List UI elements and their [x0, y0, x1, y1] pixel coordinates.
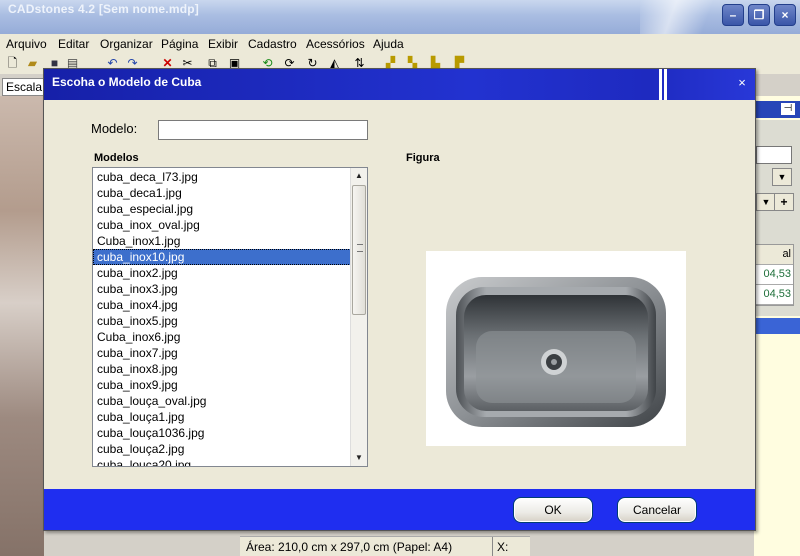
open-folder-icon[interactable]: ▰	[25, 56, 40, 71]
titlebar-stripe	[664, 69, 667, 100]
list-item[interactable]: cuba_inox9.jpg	[93, 377, 351, 393]
list-item[interactable]: cuba_inox3.jpg	[93, 281, 351, 297]
dialog-title: Escoha o Modelo de Cuba	[52, 75, 202, 89]
grid-cell[interactable]: 04,53	[755, 265, 793, 285]
ok-button[interactable]: OK	[513, 497, 593, 523]
new-file-icon[interactable]: 🗋	[5, 56, 20, 71]
minimize-icon[interactable]: –	[722, 4, 744, 26]
models-label: Modelos	[94, 152, 139, 164]
menu-cadastro[interactable]: Cadastro	[248, 37, 297, 51]
scroll-thumb[interactable]	[352, 185, 366, 315]
scale-field[interactable]: Escala	[2, 78, 44, 96]
list-item[interactable]: cuba_louça1036.jpg	[93, 425, 351, 441]
model-label: Modelo:	[91, 121, 138, 136]
menu-arquivo[interactable]: Arquivo	[6, 37, 47, 51]
list-item[interactable]: cuba_inox8.jpg	[93, 361, 351, 377]
menu-editar[interactable]: Editar	[58, 37, 89, 51]
list-item[interactable]: cuba_inox2.jpg	[93, 265, 351, 281]
dialog-titlebar[interactable]: Escoha o Modelo de Cuba ×	[44, 69, 755, 100]
titlebar-decoration	[640, 0, 720, 34]
titlebar-stripe	[659, 69, 662, 100]
list-item[interactable]: cuba_louça1.jpg	[93, 409, 351, 425]
menu-exibir[interactable]: Exibir	[208, 37, 238, 51]
pin-icon[interactable]: ⊣	[781, 103, 795, 115]
scroll-up-icon[interactable]: ▲	[351, 168, 367, 184]
close-icon[interactable]: ×	[774, 4, 796, 26]
app-title: CADstones 4.2 [Sem nome.mdp]	[8, 2, 199, 16]
list-item[interactable]: cuba_inox7.jpg	[93, 345, 351, 361]
grid-header: al	[755, 245, 793, 265]
status-area: Área: 210,0 cm x 297,0 cm (Papel: A4)	[246, 540, 453, 554]
menu-ajuda[interactable]: Ajuda	[373, 37, 404, 51]
grid-cell[interactable]: 04,53	[755, 285, 793, 305]
cancel-button[interactable]: Cancelar	[617, 497, 697, 523]
restore-icon[interactable]: ❐	[748, 4, 770, 26]
list-item[interactable]: Cuba_inox6.jpg	[93, 329, 351, 345]
right-panel-input[interactable]	[756, 146, 792, 164]
close-icon[interactable]: ×	[735, 76, 749, 90]
chevron-down-icon[interactable]: ▼	[772, 168, 792, 186]
dialog-body: Modelo: Modelos Figura cuba_deca_l73.jpg…	[44, 100, 755, 489]
list-item[interactable]: cuba_especial.jpg	[93, 201, 351, 217]
list-item[interactable]: cuba_louça_oval.jpg	[93, 393, 351, 409]
basin-preview-image	[426, 251, 686, 446]
add-button[interactable]: +	[774, 193, 794, 211]
list-item[interactable]: cuba_inox4.jpg	[93, 297, 351, 313]
list-item[interactable]: cuba_louça20.jpg	[93, 457, 351, 466]
chevron-down-icon[interactable]: ▼	[756, 193, 776, 211]
status-bar: Área: 210,0 cm x 297,0 cm (Papel: A4) X:	[240, 536, 530, 556]
right-panel-section-bar	[754, 318, 800, 334]
right-panel-grid: al 04,53 04,53	[754, 244, 794, 306]
sink-image	[446, 277, 666, 427]
list-item[interactable]: cuba_inox5.jpg	[93, 313, 351, 329]
figure-label: Figura	[406, 152, 440, 164]
app-titlebar[interactable]: CADstones 4.2 [Sem nome.mdp] – ❐ ×	[0, 0, 800, 34]
scroll-down-icon[interactable]: ▼	[351, 450, 367, 466]
grip-icon	[357, 244, 363, 252]
dialog-footer: OK Cancelar	[44, 489, 755, 530]
list-item[interactable]: cuba_deca1.jpg	[93, 185, 351, 201]
menu-organizar[interactable]: Organizar	[100, 37, 153, 51]
list-item[interactable]: cuba_inox_oval.jpg	[93, 217, 351, 233]
canvas-background	[0, 96, 44, 556]
menu-bar: Arquivo Editar Organizar Página Exibir C…	[0, 34, 800, 54]
menu-acessorios[interactable]: Acessórios	[306, 37, 365, 51]
list-item[interactable]: cuba_deca_l73.jpg	[93, 169, 351, 185]
list-item[interactable]: cuba_inox10.jpg	[93, 249, 351, 265]
list-item[interactable]: cuba_louça2.jpg	[93, 441, 351, 457]
menu-pagina[interactable]: Página	[161, 37, 198, 51]
list-scrollbar[interactable]: ▲ ▼	[350, 168, 367, 466]
status-x: X:	[492, 537, 530, 556]
model-input[interactable]	[158, 120, 368, 140]
list-item[interactable]: Cuba_inox1.jpg	[93, 233, 351, 249]
choose-basin-dialog: Escoha o Modelo de Cuba × Modelo: Modelo…	[43, 68, 756, 531]
models-listbox[interactable]: cuba_deca_l73.jpg cuba_deca1.jpg cuba_espe…	[92, 167, 368, 467]
